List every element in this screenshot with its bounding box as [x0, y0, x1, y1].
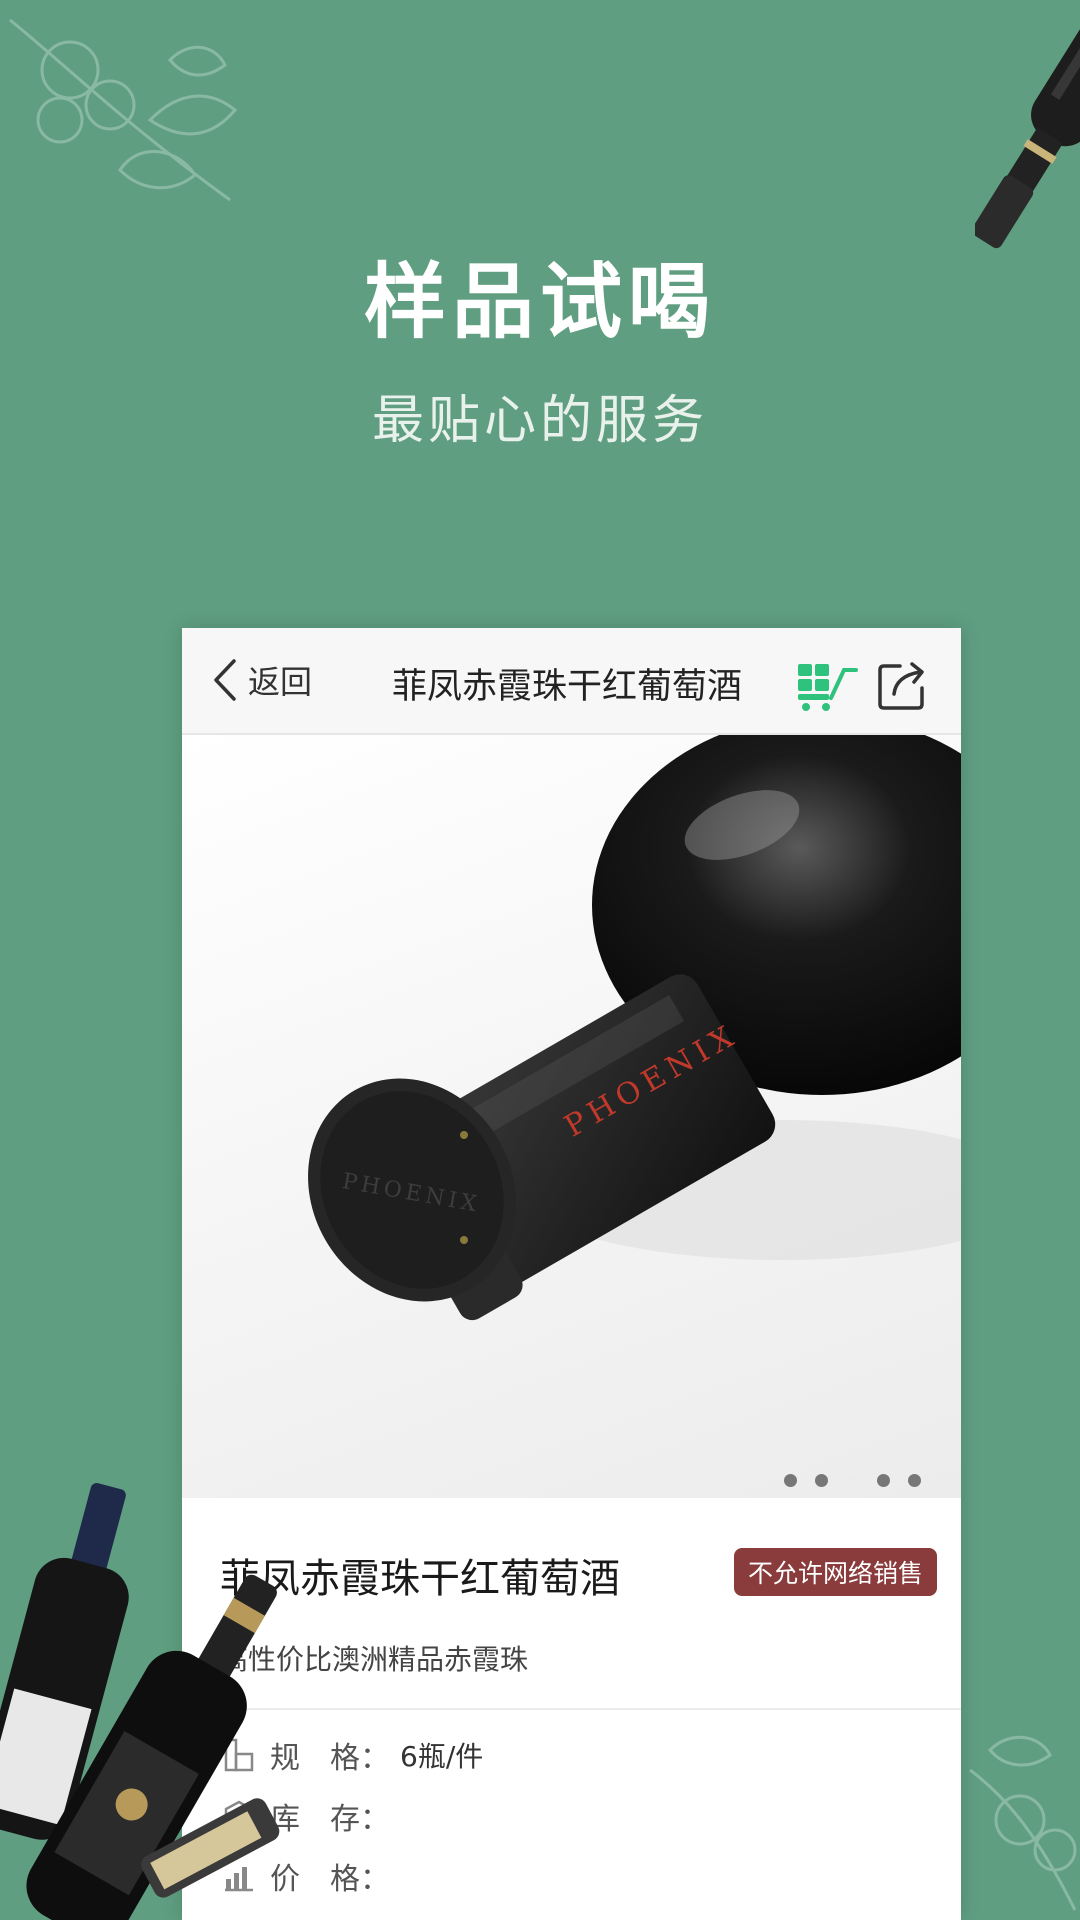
gallery-pagination	[784, 1474, 921, 1487]
chevron-left-icon	[214, 659, 236, 701]
phone-screen-mockup: 返回 菲凤赤霞珠干红葡萄酒 PHOENIX PHOENIX 菲凤赤霞珠干红葡萄酒…	[182, 628, 961, 1920]
wine-bottle-decoration-top-right	[975, 0, 1080, 249]
share-icon	[878, 662, 924, 710]
share-button[interactable]	[876, 658, 930, 716]
product-title: 菲凤赤霞珠干红葡萄酒	[220, 1556, 620, 1602]
pagination-dot[interactable]	[784, 1474, 797, 1487]
spec-label: 库 存：	[270, 1802, 390, 1837]
cart-grid-icon	[798, 664, 858, 711]
pagination-dot[interactable]	[908, 1474, 921, 1487]
back-button[interactable]: 返回	[212, 654, 312, 706]
spec-label: 价 格：	[270, 1862, 390, 1897]
leaf-decoration-top-left	[9, 18, 238, 202]
status-badge: 不允许网络销售	[734, 1548, 938, 1596]
leaf-decoration-bottom-right	[969, 1735, 1077, 1911]
page-title: 菲凤赤霞珠干红葡萄酒	[392, 667, 743, 707]
navbar: 返回 菲凤赤霞珠干红葡萄酒	[182, 628, 961, 735]
spec-label: 规 格：	[270, 1741, 390, 1776]
hero-subtitle: 最贴心的服务	[371, 391, 708, 451]
pagination-dot-active[interactable]	[846, 1474, 859, 1487]
cart-button[interactable]	[796, 662, 860, 716]
pagination-dot[interactable]	[877, 1474, 890, 1487]
wine-bottles-decoration-bottom-left	[0, 1482, 280, 1920]
wine-bottle-image: PHOENIX PHOENIX	[308, 735, 961, 1321]
pagination-dot[interactable]	[815, 1474, 828, 1487]
spec-value: 6瓶/件	[400, 1740, 484, 1773]
product-image-gallery[interactable]: PHOENIX PHOENIX	[182, 735, 961, 1498]
divider	[182, 1708, 961, 1710]
hero-title: 样品试喝	[363, 255, 716, 350]
back-label: 返回	[248, 663, 313, 701]
